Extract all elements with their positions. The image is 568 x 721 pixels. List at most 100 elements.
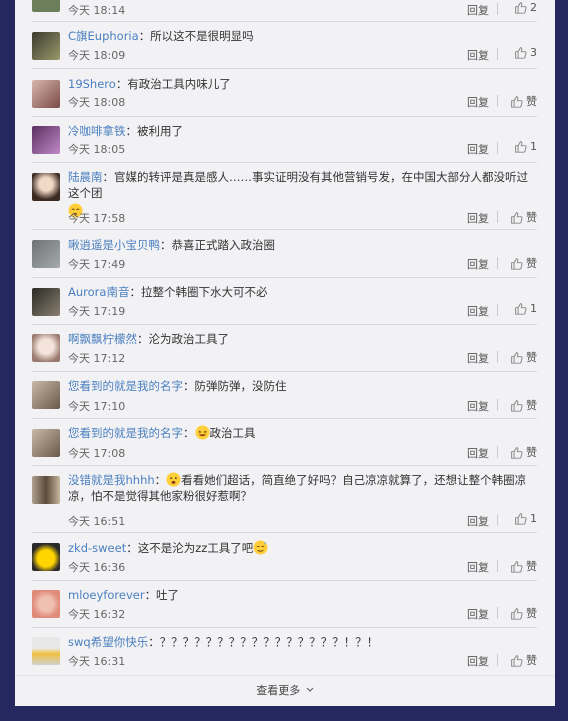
comment-item: swq希望你快乐：？？？？？？？？？？？？？？？？！？！ 今天 16:31 回复… bbox=[32, 634, 537, 674]
comment-time: 今天 18:08 bbox=[68, 96, 126, 109]
comment-item: 啾逍遥是小宝贝鸭：恭喜正式踏入政治圈 今天 17:49 回复 赞 bbox=[32, 237, 537, 277]
avatar[interactable] bbox=[32, 32, 60, 60]
like-count: 1 bbox=[530, 140, 537, 153]
avatar[interactable] bbox=[32, 80, 60, 108]
like-button[interactable]: 赞 bbox=[510, 444, 537, 460]
comment-item: 今天 18:14 回复 2 bbox=[32, 0, 537, 20]
comment-body: ：防弹防弹，没防住 bbox=[183, 379, 287, 393]
username-link[interactable]: 冷咖啡拿铁 bbox=[68, 124, 126, 138]
username-link[interactable]: 19Shero bbox=[68, 77, 116, 91]
reply-button[interactable]: 回复 bbox=[467, 256, 489, 272]
comment-text: C旗Euphoria：所以这不是很明显吗 bbox=[68, 28, 538, 44]
avatar[interactable] bbox=[32, 240, 60, 268]
like-button[interactable]: 赞 bbox=[510, 605, 537, 621]
avatar[interactable] bbox=[32, 381, 60, 409]
divider bbox=[32, 162, 537, 163]
avatar[interactable] bbox=[32, 476, 60, 504]
thumbs-up-icon bbox=[515, 47, 527, 59]
username-link[interactable]: 您看到的就是我的名字 bbox=[68, 426, 183, 440]
comment-text: swq希望你快乐：？？？？？？？？？？？？？？？？！？！ bbox=[68, 634, 538, 650]
thumbs-up-icon bbox=[511, 211, 523, 224]
avatar[interactable] bbox=[32, 126, 60, 154]
action-divider bbox=[497, 3, 498, 15]
like-count: 1 bbox=[530, 512, 537, 525]
action-divider bbox=[497, 446, 498, 458]
reply-button[interactable]: 回复 bbox=[467, 653, 489, 669]
reply-button[interactable]: 回复 bbox=[467, 445, 489, 461]
comment-body-continued: 政治工具 bbox=[209, 426, 256, 440]
comment-body: ：有政治工具内味儿了 bbox=[115, 77, 231, 91]
comment-time: 今天 17:12 bbox=[68, 352, 126, 365]
action-divider bbox=[497, 142, 498, 154]
comment-time: 今天 17:10 bbox=[68, 400, 126, 413]
like-count: 赞 bbox=[526, 211, 537, 224]
username-link[interactable]: zkd-sweet bbox=[68, 541, 126, 555]
username-link[interactable]: Aurora南音 bbox=[68, 285, 129, 299]
like-button[interactable]: 1 bbox=[514, 302, 537, 315]
like-button[interactable]: 赞 bbox=[510, 349, 537, 365]
thumbs-up-icon bbox=[515, 303, 527, 315]
divider bbox=[32, 580, 537, 581]
avatar[interactable] bbox=[32, 173, 60, 201]
thumbs-up-icon bbox=[511, 351, 523, 364]
reply-button[interactable]: 回复 bbox=[467, 141, 489, 157]
action-divider bbox=[497, 304, 498, 316]
username-link[interactable]: 啊飘飘柠檬然 bbox=[68, 332, 137, 346]
comment-text: 您看到的就是我的名字： 政治工具 bbox=[68, 425, 538, 441]
divider bbox=[32, 324, 537, 325]
avatar[interactable] bbox=[32, 590, 60, 618]
like-button[interactable]: 3 bbox=[514, 46, 537, 59]
avatar[interactable] bbox=[32, 543, 60, 571]
action-divider bbox=[497, 654, 498, 666]
comment-body: ： bbox=[154, 473, 167, 487]
like-count: 赞 bbox=[526, 399, 537, 412]
like-button[interactable]: 赞 bbox=[510, 558, 537, 574]
view-more-button[interactable]: 查看更多 bbox=[15, 675, 555, 706]
username-link[interactable]: 陆晨南 bbox=[68, 170, 103, 184]
comment-item: 您看到的就是我的名字： 政治工具 今天 17:08 回复 赞 bbox=[32, 425, 537, 465]
like-button[interactable]: 1 bbox=[514, 512, 537, 525]
like-button[interactable]: 赞 bbox=[510, 255, 537, 271]
reply-button[interactable]: 回复 bbox=[467, 350, 489, 366]
action-divider bbox=[497, 399, 498, 411]
username-link[interactable]: C旗Euphoria bbox=[68, 29, 139, 43]
reply-button[interactable]: 回复 bbox=[467, 303, 489, 319]
comment-item: C旗Euphoria：所以这不是很明显吗 今天 18:09 回复 3 bbox=[32, 28, 537, 68]
avatar[interactable] bbox=[32, 288, 60, 316]
comment-item: 没错就是我hhhh： 看看她们超话，简直绝了好吗？自己凉凉就算了，还想让整个韩圈凉… bbox=[32, 472, 537, 532]
like-button[interactable]: 赞 bbox=[510, 652, 537, 668]
reply-button[interactable]: 回复 bbox=[467, 606, 489, 622]
divider bbox=[32, 229, 537, 230]
like-button[interactable]: 赞 bbox=[510, 93, 537, 109]
reply-button[interactable]: 回复 bbox=[467, 94, 489, 110]
reply-button[interactable]: 回复 bbox=[467, 398, 489, 414]
like-button[interactable]: 2 bbox=[514, 1, 537, 14]
comment-text: 没错就是我hhhh： 看看她们超话，简直绝了好吗？自己凉凉就算了，还想让整个韩圈凉… bbox=[68, 472, 538, 504]
username-link[interactable]: swq希望你快乐 bbox=[68, 635, 148, 649]
reply-button[interactable]: 回复 bbox=[467, 210, 489, 226]
username-link[interactable]: mloeyforever bbox=[68, 588, 145, 602]
avatar[interactable] bbox=[32, 334, 60, 362]
avatar[interactable] bbox=[32, 0, 60, 12]
avatar[interactable] bbox=[32, 429, 60, 457]
thumbs-up-icon bbox=[511, 257, 523, 270]
username-link[interactable]: 您看到的就是我的名字 bbox=[68, 379, 183, 393]
action-divider bbox=[497, 95, 498, 107]
username-link[interactable]: 没错就是我hhhh bbox=[68, 473, 155, 487]
like-button[interactable]: 赞 bbox=[510, 397, 537, 413]
like-button[interactable]: 赞 bbox=[510, 209, 537, 225]
avatar[interactable] bbox=[32, 637, 60, 665]
reply-button[interactable]: 回复 bbox=[467, 513, 489, 529]
username-link[interactable]: 啾逍遥是小宝贝鸭 bbox=[68, 238, 160, 252]
like-count: 赞 bbox=[526, 257, 537, 270]
comment-time: 今天 17:19 bbox=[68, 305, 126, 318]
action-divider bbox=[497, 257, 498, 269]
comment-body: ：这不是沦为zz工具了吧 bbox=[126, 541, 254, 555]
like-button[interactable]: 1 bbox=[514, 140, 537, 153]
comment-item: 冷咖啡拿铁：被利用了 今天 18:05 回复 1 bbox=[32, 123, 537, 163]
reply-button[interactable]: 回复 bbox=[467, 47, 489, 63]
reply-button[interactable]: 回复 bbox=[467, 559, 489, 575]
reply-button[interactable]: 回复 bbox=[467, 2, 489, 18]
comment-body: ： bbox=[183, 426, 195, 440]
comment-item: 啊飘飘柠檬然：沦为政治工具了 今天 17:12 回复 赞 bbox=[32, 331, 537, 371]
